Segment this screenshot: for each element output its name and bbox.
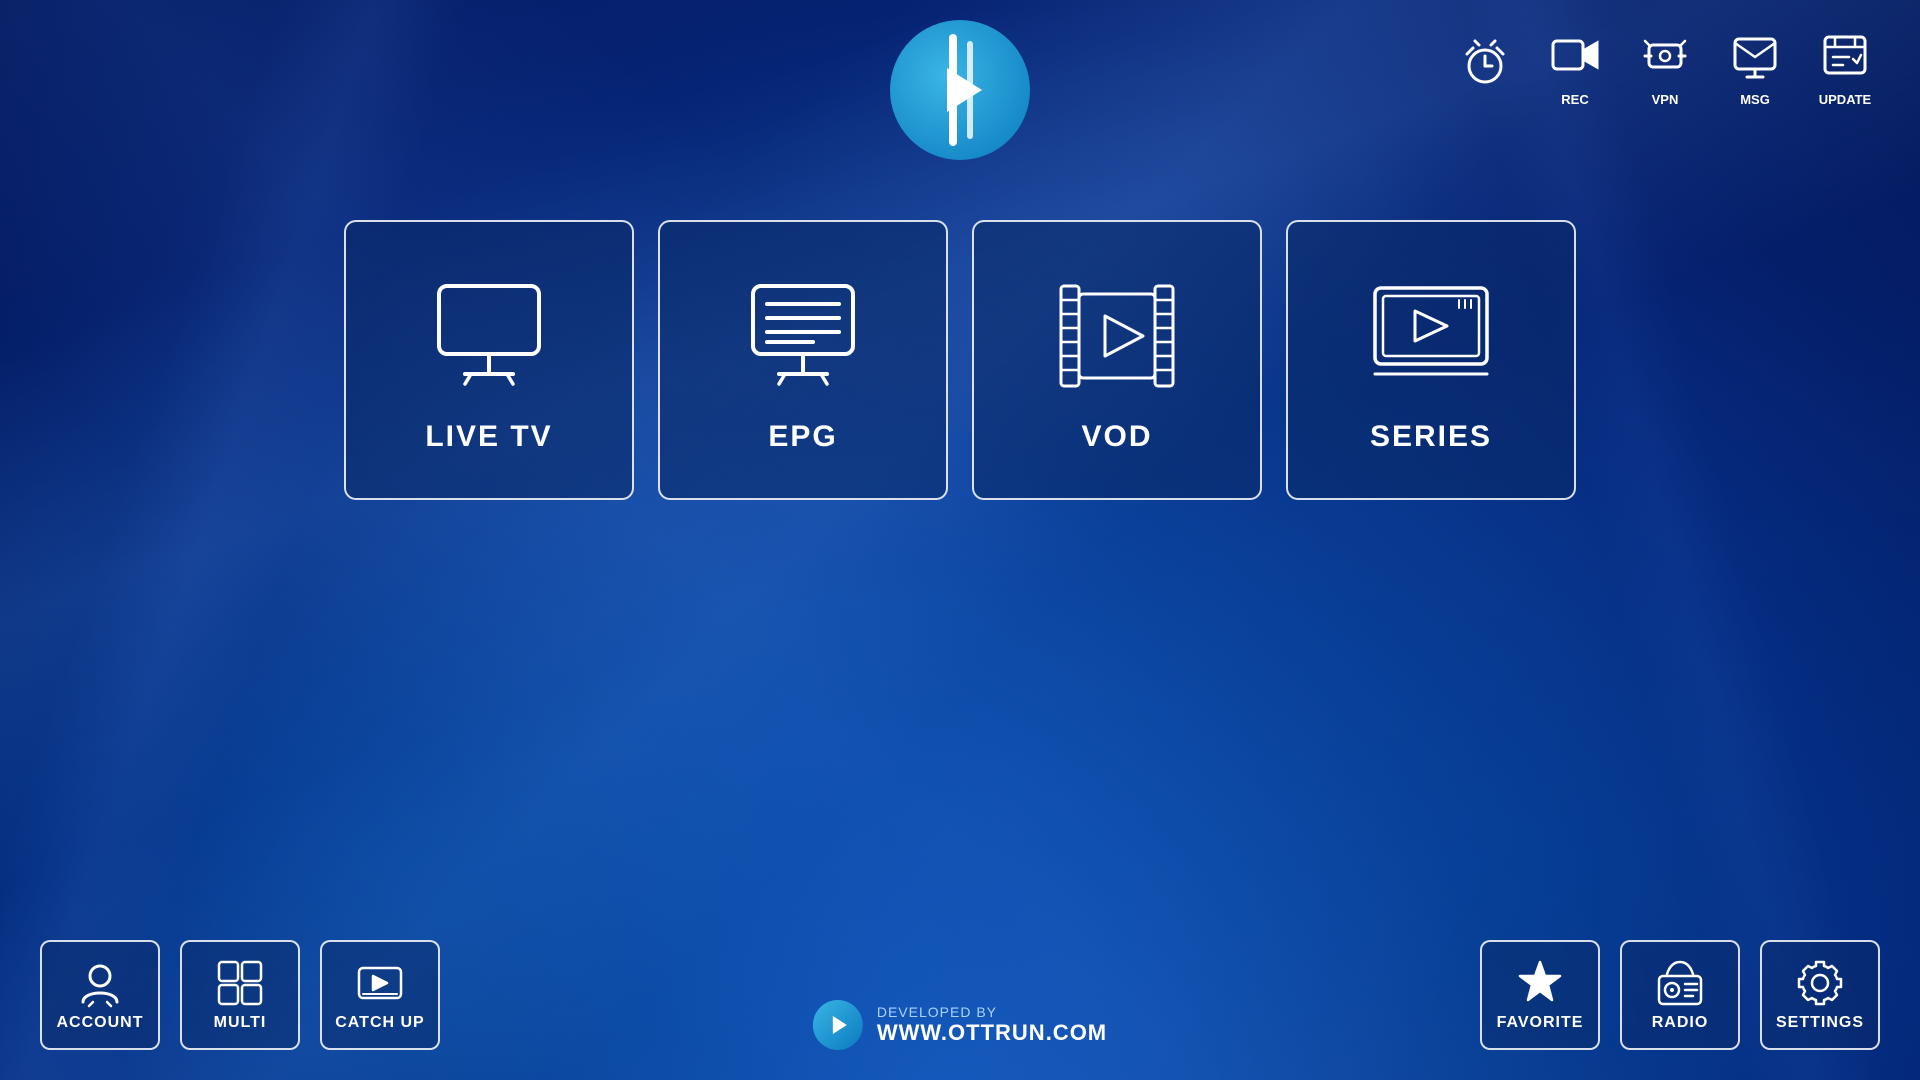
favorite-button[interactable]: FAVORITE (1480, 940, 1600, 1050)
favorite-label: FAVORITE (1497, 1014, 1584, 1032)
app-logo (890, 20, 1030, 160)
update-button[interactable]: UPDATE (1810, 20, 1880, 107)
developer-text: DEVELOPED BY WWW.OTTRUN.COM (877, 1004, 1107, 1046)
series-icon (1361, 266, 1501, 406)
radio-button[interactable]: RADIO (1620, 940, 1740, 1050)
vpn-button[interactable]: VPN (1630, 20, 1700, 107)
multi-button[interactable]: MULTI (180, 940, 300, 1050)
catchup-icon (355, 958, 405, 1008)
series-button[interactable]: SERIES (1286, 220, 1576, 500)
developed-by-label: DEVELOPED BY (877, 1004, 1107, 1020)
epg-label: EPG (768, 420, 837, 454)
msg-label: MSG (1740, 92, 1770, 107)
alarm-icon (1450, 29, 1520, 99)
gear-icon (1795, 958, 1845, 1008)
live-tv-label: LIVE TV (425, 420, 552, 454)
live-tv-button[interactable]: LIVE TV (344, 220, 634, 500)
vod-button[interactable]: VOD (972, 220, 1262, 500)
vpn-label: VPN (1652, 92, 1679, 107)
series-label: SERIES (1370, 420, 1492, 454)
settings-button[interactable]: SETTINGS (1760, 940, 1880, 1050)
msg-button[interactable]: MSG (1720, 20, 1790, 107)
vod-icon (1047, 266, 1187, 406)
rec-button[interactable]: REC (1540, 20, 1610, 107)
multi-icon (215, 958, 265, 1008)
update-label: UPDATE (1819, 92, 1871, 107)
account-label: ACCOUNT (57, 1014, 144, 1032)
vpn-icon (1630, 20, 1700, 90)
multi-label: MULTI (214, 1014, 267, 1032)
radio-label: RADIO (1652, 1014, 1709, 1032)
catchup-button[interactable]: CATCH UP (320, 940, 440, 1050)
update-icon (1810, 20, 1880, 90)
developer-info: DEVELOPED BY WWW.OTTRUN.COM (813, 1000, 1107, 1050)
account-button[interactable]: ACCOUNT (40, 940, 160, 1050)
footer-logo (813, 1000, 863, 1050)
footer-left-buttons: ACCOUNT MULTI CA (40, 940, 440, 1050)
developer-url: WWW.OTTRUN.COM (877, 1020, 1107, 1046)
catchup-label: CATCH UP (335, 1014, 424, 1032)
top-icons-bar: REC VPN (1450, 20, 1880, 107)
main-menu: LIVE TV EPG (344, 220, 1576, 500)
settings-label: SETTINGS (1776, 1014, 1864, 1032)
live-tv-icon (419, 266, 559, 406)
header: REC VPN (0, 0, 1920, 160)
radio-icon (1655, 958, 1705, 1008)
account-icon (75, 958, 125, 1008)
star-icon (1515, 958, 1565, 1008)
rec-label: REC (1561, 92, 1588, 107)
rec-icon (1540, 20, 1610, 90)
alarm-button[interactable] (1450, 29, 1520, 99)
vod-label: VOD (1081, 420, 1152, 454)
footer: ACCOUNT MULTI CA (0, 940, 1920, 1050)
epg-icon (733, 266, 873, 406)
epg-button[interactable]: EPG (658, 220, 948, 500)
footer-right-buttons: FAVORITE RADIO (1480, 940, 1880, 1050)
msg-icon (1720, 20, 1790, 90)
